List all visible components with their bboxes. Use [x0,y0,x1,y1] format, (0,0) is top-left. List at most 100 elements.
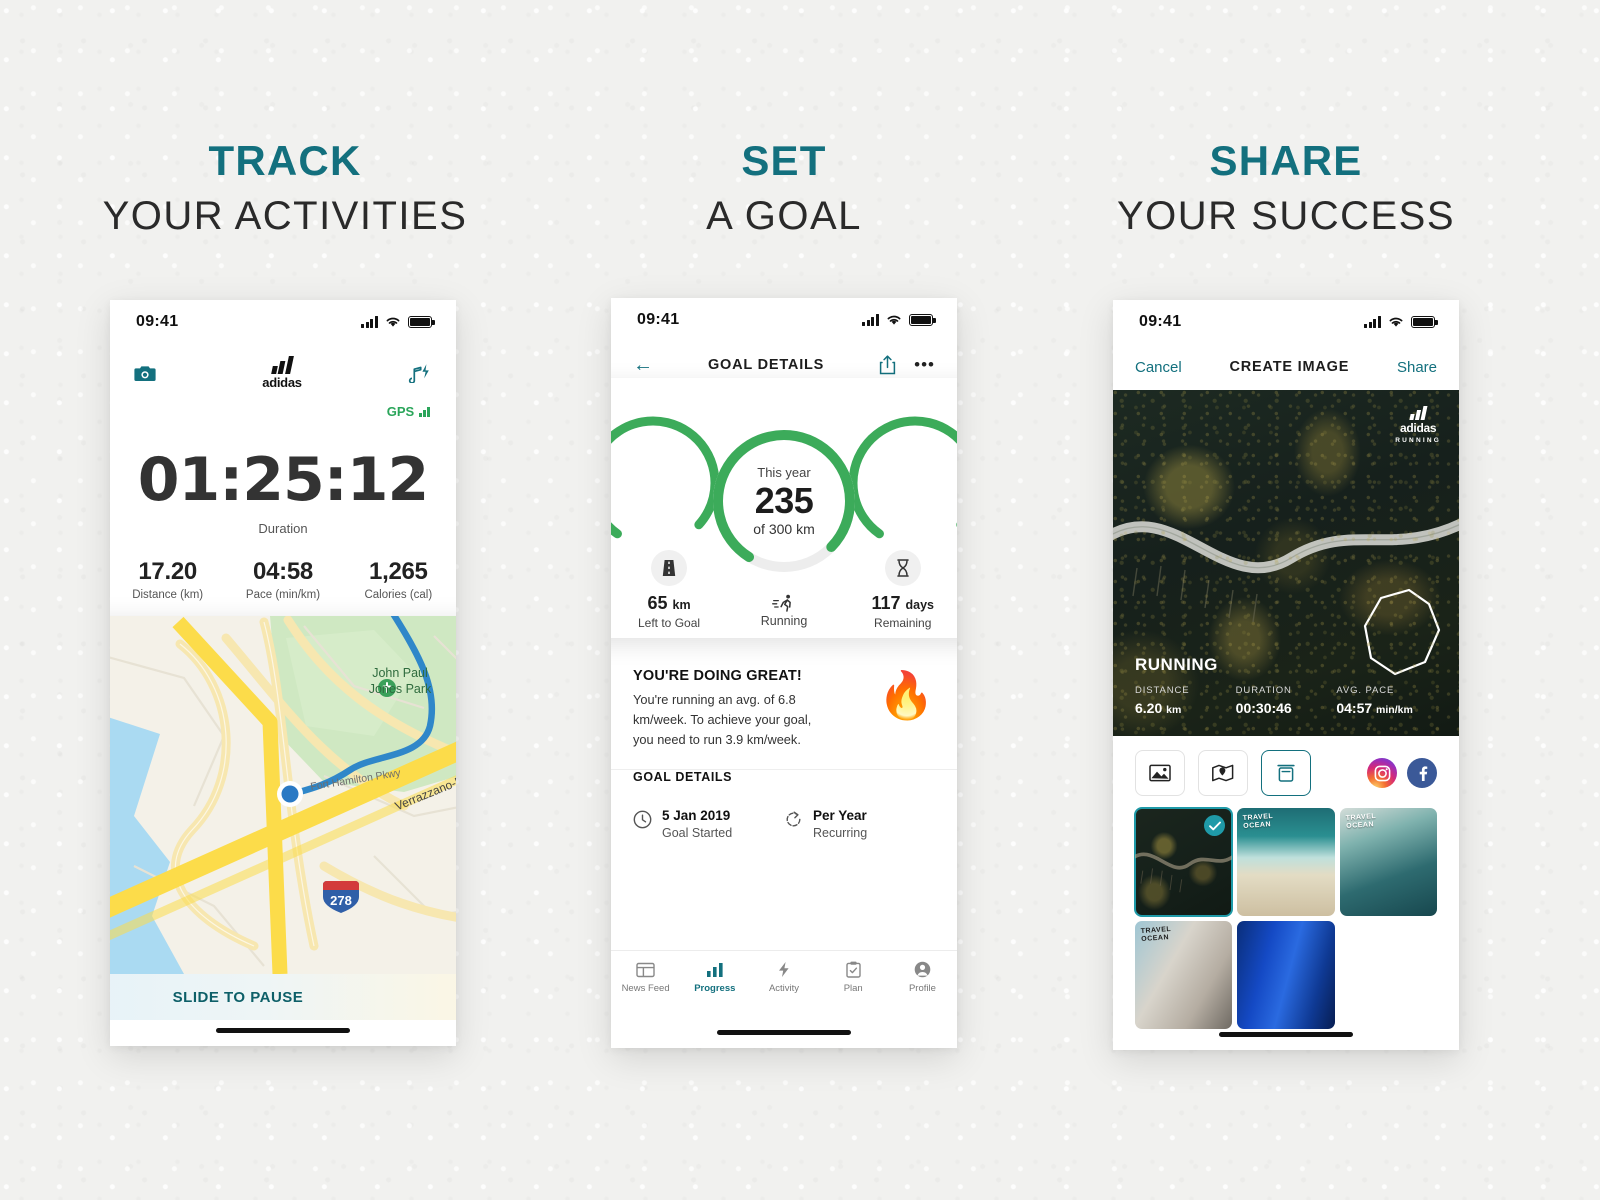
duration-label: Duration [258,521,308,536]
days-remaining-caption: Remaining [874,616,932,630]
battery-icon [1411,316,1438,328]
goal-current-value: 235 [754,479,814,521]
headline-track-sub: YOUR ACTIVITIES [102,194,468,238]
main-tab-bar: News Feed Progress Activity Plan Profile [611,950,957,1004]
facebook-icon [1419,766,1428,781]
hero-pace-unit: min/km [1376,704,1413,716]
thumb-badge: TRAVEL OCEAN [1345,812,1377,830]
road-icon [662,560,676,576]
stats-card-option-button[interactable] [1261,750,1311,796]
tab-activity[interactable]: Activity [749,951,818,1004]
metrics-row: 17.20 Distance (km) 04:58 Pace (min/km) … [110,558,456,601]
app-top-bar: adidas [110,344,456,402]
tab-profile-label: Profile [908,983,936,994]
tab-plan[interactable]: Plan [819,951,888,1004]
goal-ring-center: This year 235 of 300 km [704,421,864,581]
blue-abstract-thumb[interactable] [1237,921,1335,1029]
clipboard-icon [846,961,861,978]
cellular-signal-icon [1364,316,1381,328]
share-nav-bar: Cancel CREATE IMAGE Share [1113,344,1459,390]
goal-recurring-value: Per Year [813,808,867,823]
goal-activity-label: Running [760,614,808,628]
goal-recurring-label: Recurring [813,826,868,840]
aerial-forest-thumb[interactable] [1133,807,1234,917]
status-indicators [862,314,936,326]
slide-to-pause-control[interactable]: › SLIDE TO PAUSE [110,974,456,1020]
more-options-button[interactable]: ••• [914,355,935,375]
hero-stat-pace: AVG. PACE 04:57 min/km [1336,685,1437,716]
goal-recurring-item: Per Year Recurring [784,808,935,840]
route-map[interactable]: 278 John Paul Jones Park Fort Hamilton P… [110,616,456,974]
left-to-goal-value: 65 km [647,593,690,614]
share-button[interactable]: Share [1397,359,1437,376]
photo-option-button[interactable] [1135,750,1185,796]
hero-duration-number: 00:30:46 [1235,700,1292,716]
sunset-flag-thumb[interactable] [1340,921,1437,1029]
headline-set: SET A GOAL [504,140,1064,239]
news-feed-icon [636,962,655,977]
headline-share-sub: YOUR SUCCESS [1116,194,1456,238]
runners-thumb[interactable]: TRAVEL OCEAN [1135,921,1233,1029]
hero-distance-number: 6.20 [1135,700,1163,716]
metric-calories-value: 1,265 [369,558,428,585]
metric-pace: 04:58 Pace (min/km) [225,558,340,601]
hero-distance-key: DISTANCE [1135,685,1190,696]
goal-period: This year [757,464,811,480]
goal-details-heading: GOAL DETAILS [633,770,733,784]
watermark-brand: adidas [1400,421,1437,435]
hero-pace-key: AVG. PACE [1336,685,1395,696]
hero-distance-value: 6.20 km [1135,700,1236,716]
goal-progress-card: This year 235 of 300 km Running 65 km Le… [611,378,957,638]
hourglass-icon-wrap [884,550,921,586]
status-indicators [1364,316,1438,328]
tab-news-feed[interactable]: News Feed [611,951,680,1004]
map-option-button[interactable] [1198,750,1248,796]
phone-track-screen: 09:41 adidas GPS 01:25:12 Duration 17.20… [110,300,456,1046]
encouragement-card: YOU'RE DOING GREAT! You're running an av… [611,646,957,771]
stats-card-icon [1277,764,1295,782]
underwater-thumb[interactable]: TRAVEL OCEAN [1339,808,1437,916]
headline-share: SHARE YOUR SUCCESS [1006,140,1566,239]
map-canvas: 278 [110,616,456,974]
cancel-button[interactable]: Cancel [1135,359,1182,376]
instagram-icon [1374,765,1390,781]
phone-goal-screen: 09:41 ← GOAL DETAILS ••• This year 235 o… [611,298,957,1048]
home-indicator [1219,1032,1353,1037]
goal-started-value: 5 Jan 2019 [662,808,731,823]
share-icon[interactable] [879,355,896,375]
stat-left-to-goal: 65 km Left to Goal [638,550,700,630]
adidas-wordmark: adidas [262,374,302,390]
goal-activity-type: Running [760,594,808,628]
cellular-signal-icon [361,316,378,328]
adidas-stripes-icon [271,355,294,374]
status-bar: 09:41 [1113,300,1459,344]
goal-recurring-text: Per Year Recurring [813,808,867,840]
battery-icon [408,316,435,328]
hero-pace-value: 04:57 min/km [1336,700,1437,716]
facebook-button[interactable] [1407,758,1437,788]
social-buttons [1367,758,1437,788]
left-to-goal-number: 65 [647,593,668,613]
music-lightning-icon[interactable] [408,363,432,383]
back-button[interactable]: ← [633,354,653,377]
photo-gallery-grid: TRAVEL OCEAN TRAVEL OCEAN TRAVEL OCEAN [1113,807,1459,1029]
tab-progress-label: Progress [694,982,736,994]
hero-stats-row: DISTANCE 6.20 km DURATION 00:30:46 AVG. … [1135,685,1437,716]
page-title: GOAL DETAILS [707,357,825,373]
cellular-signal-icon [862,314,879,326]
metric-pace-label: Pace (min/km) [245,589,321,601]
wifi-icon [386,317,400,327]
hero-preview-image[interactable]: adidas RUNNING RUNNING DISTANCE 6.20 km … [1113,390,1459,736]
days-remaining-unit: days [905,598,935,612]
instagram-button[interactable] [1367,758,1397,788]
adidas-logo: adidas [262,355,302,390]
tab-progress[interactable]: Progress [680,951,749,1004]
highway-shield-number: 278 [330,893,352,908]
beach-wave-thumb[interactable]: TRAVEL OCEAN [1237,808,1335,916]
hourglass-icon [896,559,909,577]
status-bar: 09:41 [110,300,456,344]
battery-icon [909,314,936,326]
metric-distance-label: Distance (km) [132,589,204,601]
tab-profile[interactable]: Profile [888,951,957,1004]
camera-icon[interactable] [134,364,156,383]
